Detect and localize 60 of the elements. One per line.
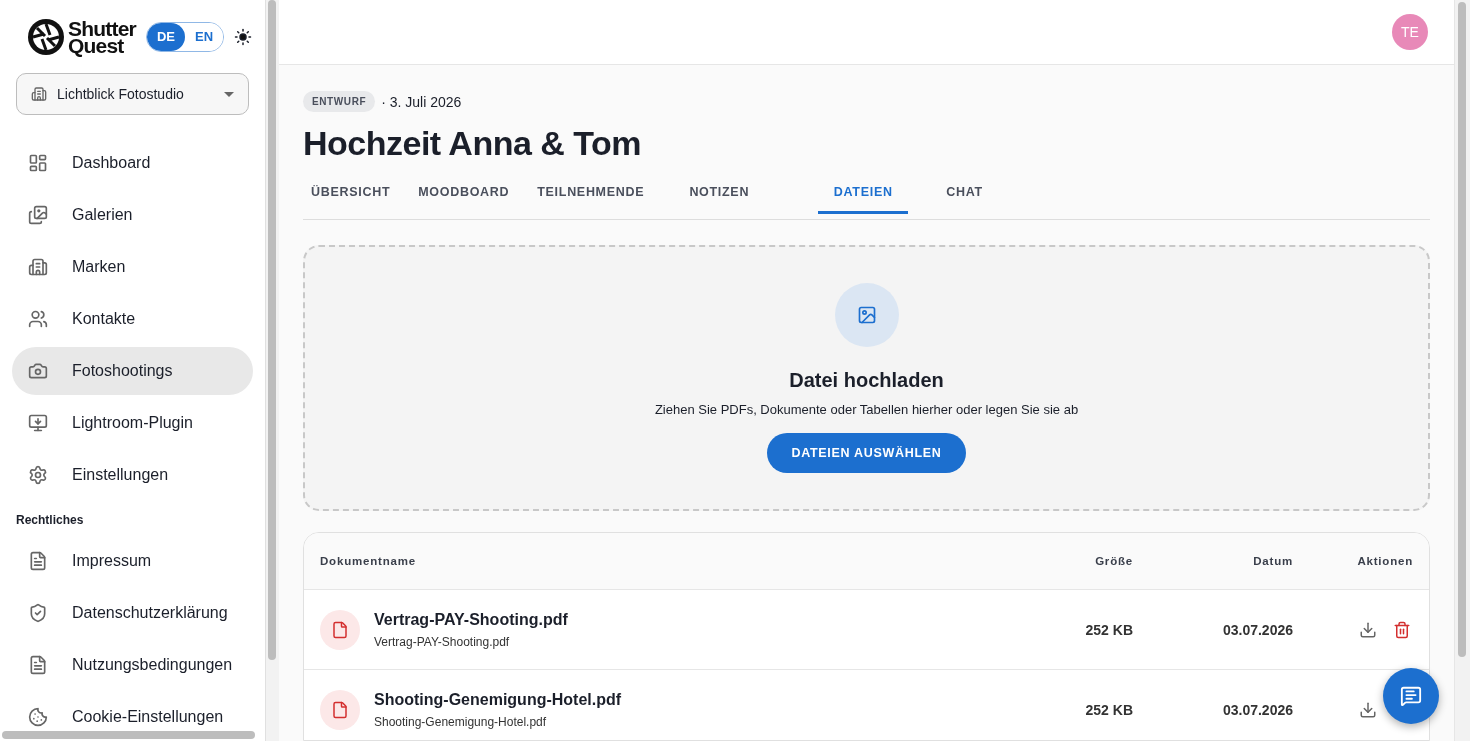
file-size: 252 KB — [1084, 621, 1133, 638]
nav-item[interactable]: Galerien — [12, 191, 253, 239]
column-header: Aktionen — [1356, 555, 1413, 568]
document-icon — [28, 551, 48, 571]
tab[interactable]: NOTIZEN — [674, 173, 765, 214]
camera-icon — [28, 361, 48, 381]
scrollbar-thumb[interactable] — [2, 731, 255, 739]
nav-item[interactable]: Cookie-Einstellungen — [12, 693, 253, 741]
column-header: Größe — [1094, 555, 1133, 568]
file-date: 03.07.2026 — [1221, 701, 1293, 718]
file-name: Vertrag-PAY-Shooting.pdf — [374, 634, 511, 649]
monitor-download-icon — [28, 413, 48, 433]
caret-icon — [224, 91, 234, 97]
building-icon — [28, 257, 48, 277]
document-icon — [28, 655, 48, 675]
settings-icon — [28, 465, 48, 485]
cookie-icon — [28, 707, 48, 727]
pdf-file-icon — [320, 689, 360, 730]
column-header: Dokumentname — [320, 555, 417, 568]
nav-item[interactable]: Einstellungen — [12, 451, 253, 499]
nav-item[interactable]: Fotoshootings — [12, 347, 253, 395]
shield-icon — [28, 603, 48, 623]
tab[interactable]: TEILNEHMENDE — [529, 173, 653, 214]
people-icon — [28, 309, 48, 329]
tab[interactable]: CHAT — [938, 173, 991, 214]
images-icon — [28, 205, 48, 225]
nav-item[interactable]: Dashboard — [12, 139, 253, 187]
nav-item[interactable]: Kontakte — [12, 295, 253, 343]
shoot-date: · 3. Juli 2026 — [381, 93, 462, 110]
tab[interactable]: MOODBOARD — [410, 173, 518, 214]
choose-files-button[interactable]: DATEIEN AUSWÄHLEN — [767, 432, 966, 473]
document-name: Vertrag-PAY-Shooting.pdf — [374, 610, 568, 629]
building-icon — [31, 86, 47, 103]
dashboard-icon — [28, 153, 48, 173]
studio-select[interactable]: Lichtblick Fotostudio — [16, 73, 249, 115]
page-title: Hochzeit Anna & Tom — [303, 124, 643, 163]
nav-item[interactable]: Nutzungsbedingungen — [12, 641, 253, 689]
nav-item[interactable]: Datenschutzerklärung — [12, 589, 253, 637]
tab[interactable]: DATEIEN — [818, 173, 909, 214]
pdf-file-icon — [320, 609, 360, 650]
file-name: Shooting-Genemigung-Hotel.pdf — [374, 714, 548, 729]
document-name: Shooting-Genemigung-Hotel.pdf — [374, 690, 622, 709]
upload-title: Datei hochladen — [789, 368, 944, 392]
upload-hint: Ziehen Sie PDFs, Dokumente oder Tabellen hierher oder legen Sie sie ab — [654, 401, 1079, 417]
nav-item[interactable]: Marken — [12, 243, 253, 291]
scrollbar-thumb[interactable] — [268, 0, 276, 660]
nav-item[interactable]: Lightroom-Plugin — [12, 399, 253, 447]
column-header: Datum — [1252, 555, 1293, 568]
status-badge: ENTWURF — [303, 91, 376, 112]
aperture-logo-icon — [26, 16, 66, 57]
upload-dropzone[interactable]: Datei hochladen Ziehen Sie PDFs, Dokumente oder Tabellen hierher oder legen Sie sie ab DATEIEN AUSWÄHLEN — [303, 244, 1430, 512]
chat-icon — [1400, 685, 1422, 707]
file-size: 252 KB — [1084, 701, 1133, 718]
tab[interactable]: ÜBERSICHT — [303, 173, 399, 214]
file-date: 03.07.2026 — [1221, 621, 1293, 638]
nav-item[interactable]: Impressum — [12, 537, 253, 585]
sun-icon[interactable] — [234, 27, 253, 46]
section-heading: Rechtliches — [15, 512, 85, 529]
scrollbar-thumb[interactable] — [1458, 2, 1466, 657]
language-option[interactable]: DE — [146, 22, 185, 51]
